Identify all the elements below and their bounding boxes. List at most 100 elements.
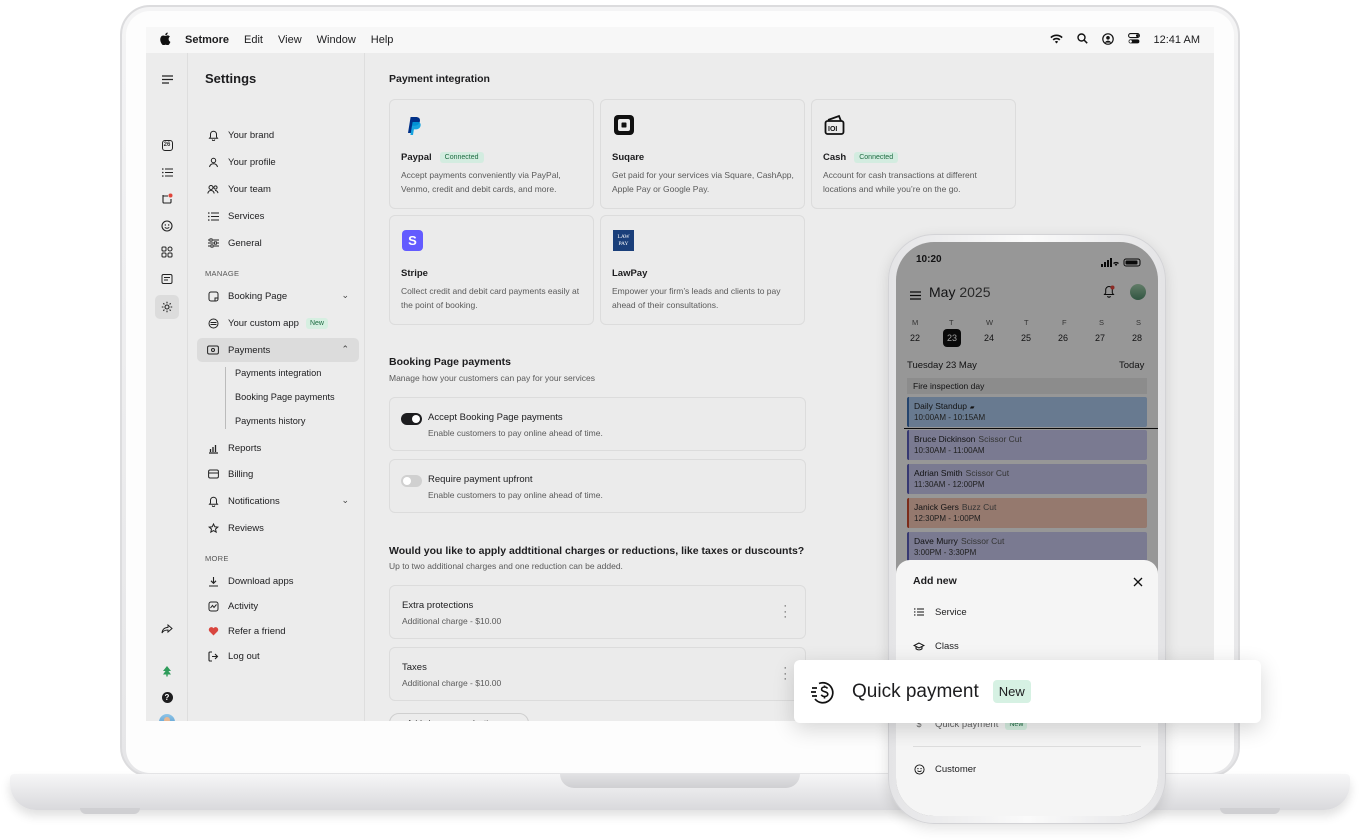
integration-desc: Collect credit and debit card payments e… [401,286,580,310]
sidebar-item-label: Your custom app [228,317,299,329]
notifications-bell-icon [207,495,219,507]
section-label-more: MORE [205,554,229,563]
option-desc: Enable customers to pay online ahead of … [428,428,603,438]
sidebar-item-notifications[interactable]: Notifications ⌄ [197,489,359,513]
user-avatar[interactable] [158,713,176,721]
new-badge: New [992,680,1031,703]
sidebar-item-label: Log out [228,650,260,662]
activity-icon [207,600,219,612]
booking-icon[interactable] [158,270,176,288]
user-icon[interactable] [1101,32,1114,48]
sidebar-item-your-profile[interactable]: Your profile [197,150,359,174]
quick-payment-label: Quick payment [852,680,979,702]
sidebar-subitem-payments-integration[interactable]: Payments integration [235,368,321,378]
reports-chart-icon [207,442,219,454]
require-upfront-toggle[interactable] [401,475,422,487]
services-list-icon [207,210,219,222]
integration-card-stripe[interactable]: S Stripe Collect credit and debit card p… [389,215,594,325]
sidebar-item-label: Your profile [228,156,276,168]
charges-title: Would you like to apply addtitional char… [389,545,805,557]
apps-icon[interactable] [158,243,176,261]
integration-card-paypal[interactable]: Paypal Connected Accept payments convenie… [389,99,594,209]
sidebar-item-log-out[interactable]: Log out [197,644,359,668]
kebab-menu-icon[interactable]: · · · [783,601,787,623]
sidebar-item-label: Booking Page [228,290,288,302]
menu-view[interactable]: View [278,34,302,46]
sidebar-item-custom-app[interactable]: Your custom app New [197,311,359,335]
close-icon[interactable] [1133,574,1143,592]
integration-card-lawpay[interactable]: LAW PAY LawPay Empower your firm’s leads… [600,215,805,325]
charge-desc: Additional charge - $10.00 [402,678,502,688]
smiley-icon [913,763,925,775]
wifi-icon[interactable] [1049,33,1063,47]
payments-icon [207,344,219,356]
calendar-icon[interactable]: 26 [158,136,176,154]
integration-card-square[interactable]: Suqare Get paid for your services via Sq… [600,99,805,209]
sidebar-item-reports[interactable]: Reports [197,436,359,460]
option-require-payment-upfront: Require payment upfront Enable customers… [389,459,806,513]
chevron-down-icon[interactable]: ⌄ [341,290,349,301]
sidebar-item-label: Your brand [228,129,275,141]
help-icon[interactable]: ? [158,688,176,706]
activity-notification-icon[interactable] [158,190,176,208]
add-charge-button[interactable]: + Add charge or reduction [389,713,529,721]
integration-name: LawPay [612,268,648,279]
sidebar-item-reviews[interactable]: Reviews [197,516,359,540]
sidebar-item-activity[interactable]: Activity [197,594,359,618]
integration-desc: Accept payments conveniently via PayPal,… [401,170,561,194]
sidebar-item-booking-page[interactable]: Booking Page ⌄ [197,284,359,308]
sidebar-item-refer-a-friend[interactable]: Refer a friend [197,619,359,643]
integration-desc: Empower your firm’s leads and clients to… [612,286,781,310]
upgrade-tree-icon[interactable] [158,662,176,680]
chevron-up-icon[interactable]: ⌃ [341,344,349,355]
sidebar-subitem-booking-page-payments[interactable]: Booking Page payments [235,392,335,402]
option-desc: Enable customers to pay online ahead of … [428,490,603,500]
sheet-item-class[interactable]: Class [913,640,959,652]
brand-bell-icon [207,129,219,141]
sidebar-item-your-brand[interactable]: Your brand [197,123,359,147]
connected-badge: Connected [439,152,484,163]
quick-payment-popout[interactable]: Quick payment New [794,660,1261,723]
sidebar-item-general[interactable]: General [197,231,359,255]
integration-desc: Get paid for your services via Square, C… [612,170,794,194]
integration-card-cash[interactable]: IOI Cash Connected Account for cash trans… [811,99,1016,209]
icon-rail: 26 ? [146,53,188,721]
phone-screen: 10:20 May 2025 M T W T F S S 22 23 24 25… [896,242,1158,816]
kebab-menu-icon[interactable]: · · · [783,663,787,685]
sheet-item-customer[interactable]: Customer [913,763,976,775]
apple-icon[interactable] [160,32,171,48]
charge-item[interactable]: Taxes Additional charge - $10.00 · · · [389,647,806,701]
control-center-icon[interactable] [1127,33,1140,47]
heart-icon [207,625,219,637]
charge-title: Taxes [402,662,427,673]
sidebar-subitem-payments-history[interactable]: Payments history [235,416,305,426]
lawpay-logo-icon: LAW PAY [613,230,635,252]
sidebar-item-download-apps[interactable]: Download apps [197,569,359,593]
menu-help[interactable]: Help [371,34,394,46]
calendar-date: 26 [161,139,173,151]
booking-page-icon [207,290,219,302]
menu-edit[interactable]: Edit [244,34,263,46]
accept-payments-toggle[interactable] [401,413,422,425]
menu-app-name[interactable]: Setmore [185,34,229,46]
sidebar-item-label: Billing [228,468,254,480]
sidebar-title: Settings [205,71,257,86]
sidebar-item-billing[interactable]: Billing [197,462,359,486]
custom-app-icon [207,317,219,329]
sidebar-item-payments[interactable]: Payments ⌃ [197,338,359,362]
hamburger-icon[interactable] [158,70,176,88]
integration-name: Cash [823,152,847,163]
share-icon[interactable] [158,620,176,638]
list-icon[interactable] [158,163,176,181]
sidebar-item-services[interactable]: Services [197,204,359,228]
search-icon[interactable] [1076,33,1088,47]
menu-window[interactable]: Window [317,34,356,46]
settings-gear-icon[interactable] [155,295,179,319]
chevron-down-icon[interactable]: ⌄ [341,495,349,506]
charge-item[interactable]: Extra protections Additional charge - $1… [389,585,806,639]
sidebar-item-your-team[interactable]: Your team [197,177,359,201]
team-icon [207,183,219,195]
sheet-item-service[interactable]: Service [913,606,967,618]
quick-payment-dollar-icon [810,679,836,705]
smiley-icon[interactable] [158,217,176,235]
